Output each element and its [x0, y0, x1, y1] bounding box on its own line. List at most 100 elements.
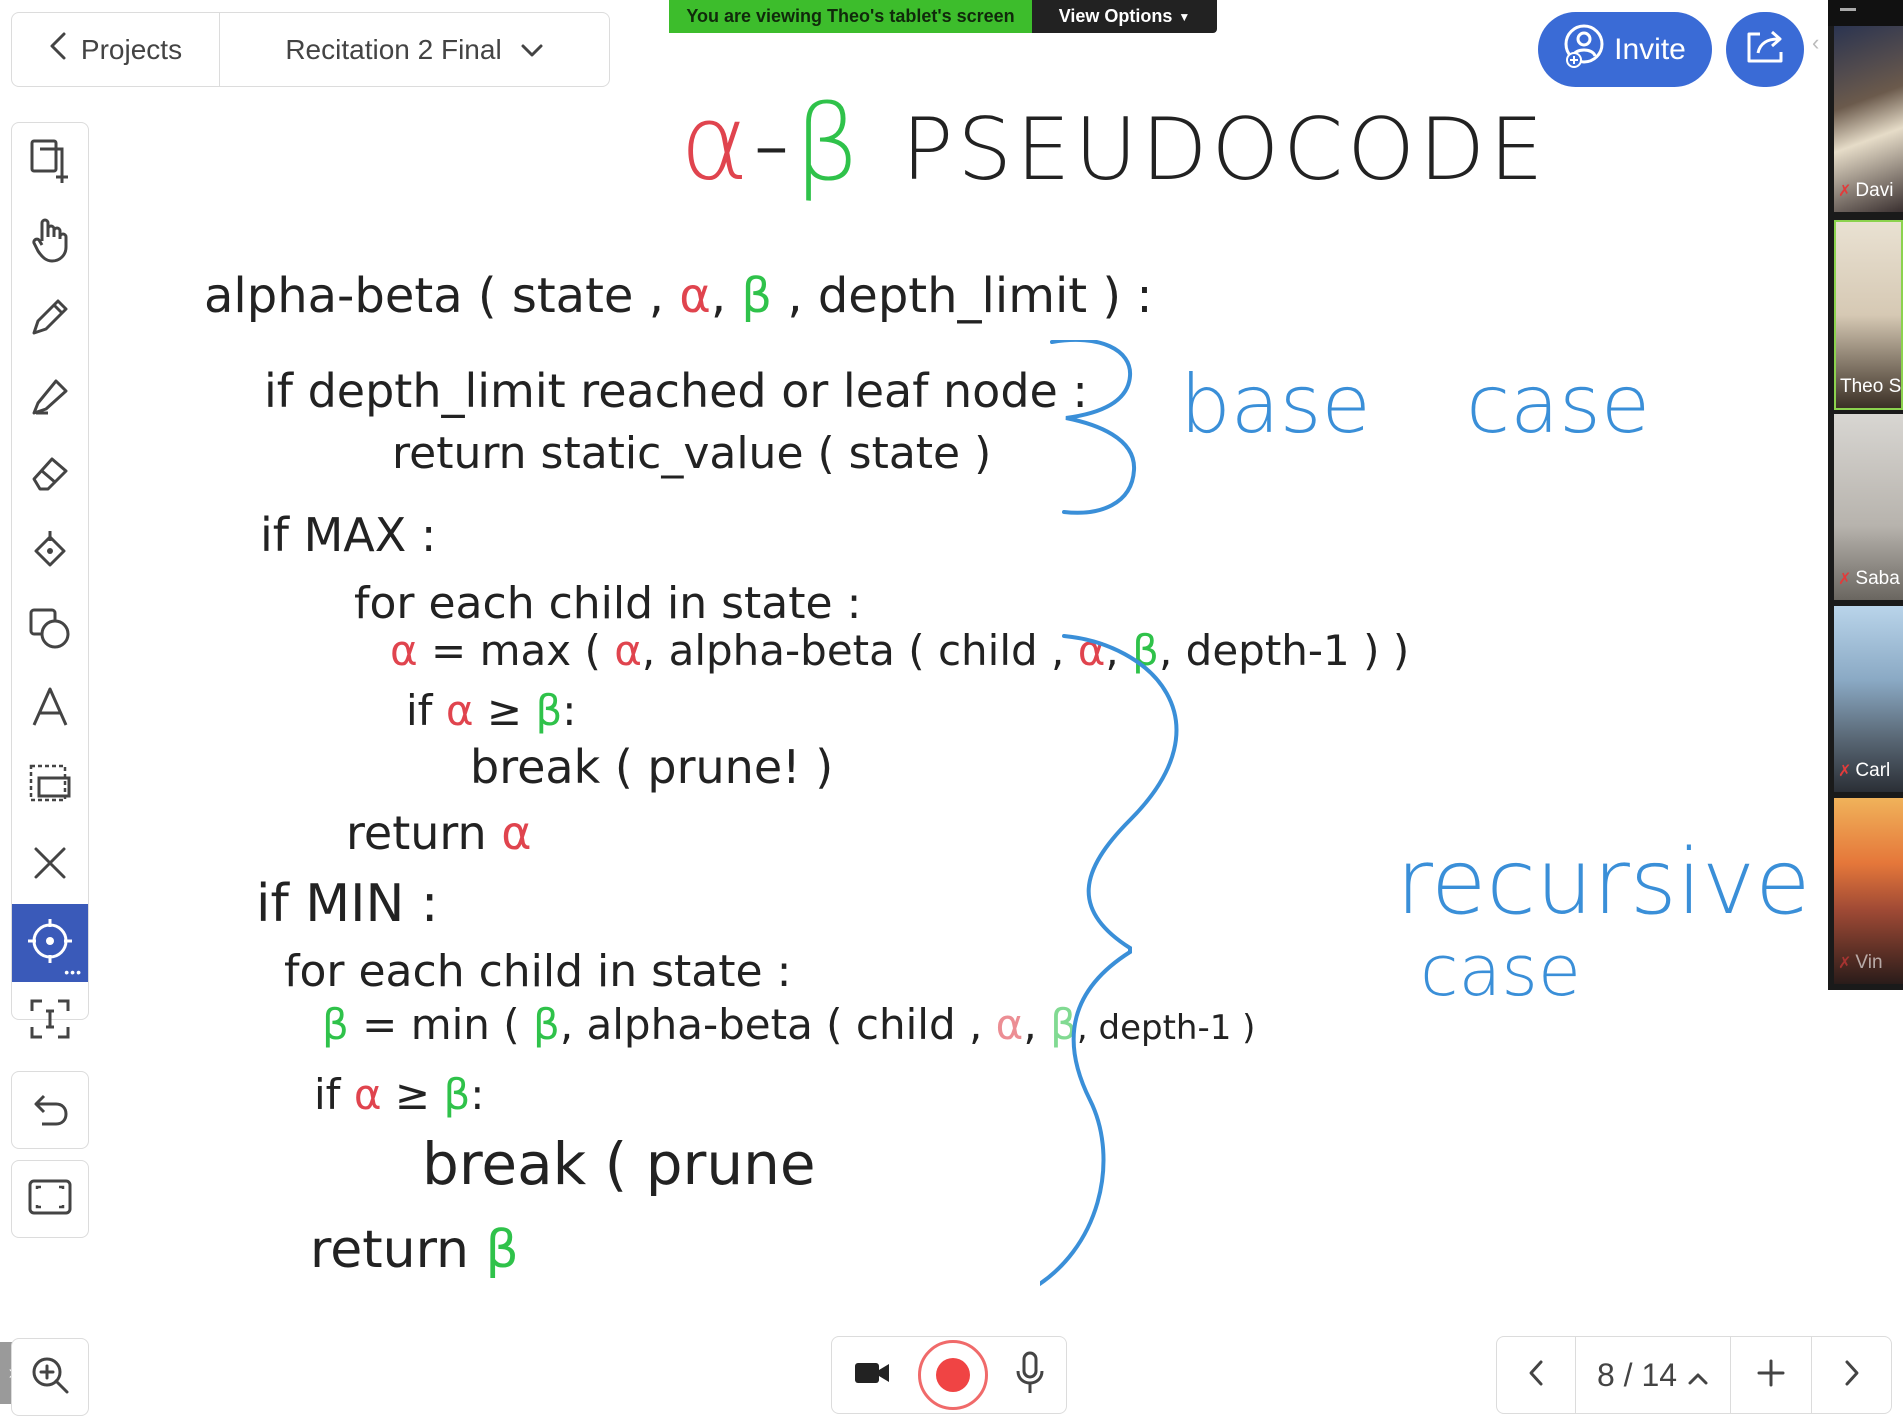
project-bar: Projects Recitation 2 Final: [11, 12, 610, 87]
chevron-left-icon: [1528, 1359, 1544, 1392]
back-label: Projects: [80, 33, 183, 65]
text-tool[interactable]: [12, 670, 88, 748]
base-case-annotation: base case: [1180, 358, 1651, 451]
participant-strip: ✗Davi Theo Se ✗Saba ✗Carl ✗Vin: [1828, 0, 1903, 990]
screen-frame-icon: [27, 1177, 73, 1222]
close-icon: [32, 845, 68, 886]
project-title: Recitation 2 Final: [285, 33, 502, 65]
marker-icon: [28, 373, 72, 422]
more-options-icon[interactable]: •••: [64, 964, 82, 980]
strip-header: [1828, 0, 1903, 26]
video-camera-icon: [853, 1359, 891, 1392]
laser-pointer-tool[interactable]: •••: [12, 904, 88, 982]
view-options-label: View Options: [1058, 6, 1173, 26]
max-break: break ( prune! ): [470, 740, 834, 794]
mic-muted-icon: ✗: [1838, 183, 1852, 200]
participant-video-tile-active[interactable]: Theo Se: [1834, 220, 1903, 410]
undo-button[interactable]: [11, 1071, 89, 1149]
previous-page-button[interactable]: [1497, 1337, 1576, 1413]
fit-to-screen-button[interactable]: [11, 1160, 89, 1238]
recursive-case-label: recursive: [1396, 830, 1811, 935]
selection-tool[interactable]: [12, 748, 88, 826]
share-icon: [1744, 28, 1786, 71]
zoom-button[interactable]: [11, 1338, 89, 1416]
participant-video-tile[interactable]: ✗ Saba: [1834, 414, 1903, 600]
eraser-icon: [28, 451, 72, 500]
record-dot-icon: [935, 1358, 970, 1392]
plus-icon: [1756, 1358, 1786, 1393]
page-indicator-text: 8 / 14: [1596, 1356, 1678, 1393]
page-selector[interactable]: 8 / 14: [1576, 1337, 1731, 1413]
zoom-in-icon: [29, 1354, 71, 1401]
microphone-icon: [1015, 1351, 1045, 1400]
crosshair-icon: [26, 917, 74, 970]
microphone-button[interactable]: [1015, 1351, 1045, 1400]
participant-video-tile[interactable]: ✗ Carl: [1834, 606, 1903, 792]
view-options-button[interactable]: View Options ▼: [1032, 0, 1217, 33]
record-button[interactable]: [917, 1340, 988, 1410]
board-title: α-β PSEUDOCODE: [680, 82, 1548, 204]
min-return: return β: [310, 1220, 519, 1280]
share-status-text: You are viewing Theo's tablet's screen: [669, 0, 1032, 33]
screen-share-banner: You are viewing Theo's tablet's screen V…: [669, 0, 1217, 33]
mic-muted-icon: ✗: [1838, 763, 1852, 780]
base-case-condition: if depth_limit reached or leaf node :: [264, 364, 1088, 418]
drawing-toolbar: •••: [11, 122, 89, 1038]
mic-muted-icon: ✗: [1838, 571, 1852, 588]
undo-icon: [30, 1088, 70, 1133]
base-case-return: return static_value ( state ): [392, 428, 992, 479]
add-user-icon: [1564, 24, 1604, 76]
chevron-left-icon: [49, 31, 67, 68]
shapes-tool[interactable]: [12, 592, 88, 670]
min-branch-condition: if MIN :: [256, 874, 439, 934]
bracket-drawings: [1040, 340, 1179, 1286]
max-loop: for each child in state :: [354, 578, 862, 629]
eraser-tool[interactable]: [12, 436, 88, 514]
selection-icon: [27, 762, 73, 813]
chevron-down-icon: [520, 34, 544, 66]
chevron-right-icon: [1844, 1359, 1860, 1392]
participant-name: ✗ Vin: [1838, 952, 1883, 973]
pencil-icon: [28, 295, 72, 344]
add-page-icon: [28, 137, 72, 190]
whiteboard-canvas[interactable]: α-β PSEUDOCODE alpha-beta ( state , α, β…: [100, 82, 1820, 1320]
mic-muted-icon: ✗: [1838, 955, 1852, 972]
project-title-dropdown[interactable]: Recitation 2 Final: [220, 13, 609, 86]
chevron-up-icon: [1687, 1357, 1709, 1394]
text-icon: [28, 685, 72, 734]
min-break: break ( prune: [422, 1130, 816, 1198]
invite-button[interactable]: Invite: [1538, 12, 1712, 87]
fit-selection-tool[interactable]: [12, 982, 88, 1060]
fill-bucket-icon: [28, 527, 72, 580]
hand-icon: [28, 215, 72, 268]
minimize-icon[interactable]: [1840, 8, 1856, 11]
participant-name: ✗ Carl: [1838, 760, 1891, 781]
pencil-tool[interactable]: [12, 280, 88, 358]
collapse-participants-handle[interactable]: ‹: [1812, 30, 1824, 86]
participant-video-tile[interactable]: ✗ Vin: [1834, 798, 1903, 984]
next-page-button[interactable]: [1812, 1337, 1891, 1413]
recording-controls: [831, 1336, 1067, 1414]
max-branch-condition: if MAX :: [260, 508, 437, 562]
min-prune-condition: if α ≥ β:: [314, 1070, 485, 1119]
hand-tool[interactable]: [12, 202, 88, 280]
share-button[interactable]: [1726, 12, 1804, 87]
max-prune-condition: if α ≥ β:: [406, 686, 577, 735]
function-signature: alpha-beta ( state , α, β , depth_limit …: [204, 268, 1153, 324]
add-page-button[interactable]: [1731, 1337, 1812, 1413]
alpha-update: α = max ( α, alpha-beta ( child , α, β, …: [390, 626, 1410, 675]
camera-button[interactable]: [853, 1359, 891, 1392]
invite-label: Invite: [1614, 32, 1686, 66]
participant-name: Theo Se: [1840, 376, 1902, 397]
participant-video-tile[interactable]: ✗ Davi: [1834, 26, 1903, 212]
add-page-tool[interactable]: [12, 124, 88, 202]
min-loop: for each child in state :: [284, 946, 792, 997]
page-navigation: 8 / 14: [1496, 1336, 1892, 1414]
participant-name: ✗ Davi: [1838, 180, 1894, 201]
max-return: return α: [346, 806, 532, 860]
marker-tool[interactable]: [12, 358, 88, 436]
back-to-projects-button[interactable]: Projects: [12, 13, 220, 86]
clear-tool[interactable]: [12, 826, 88, 904]
fill-tool[interactable]: [12, 514, 88, 592]
focus-frame-icon: [28, 997, 72, 1046]
